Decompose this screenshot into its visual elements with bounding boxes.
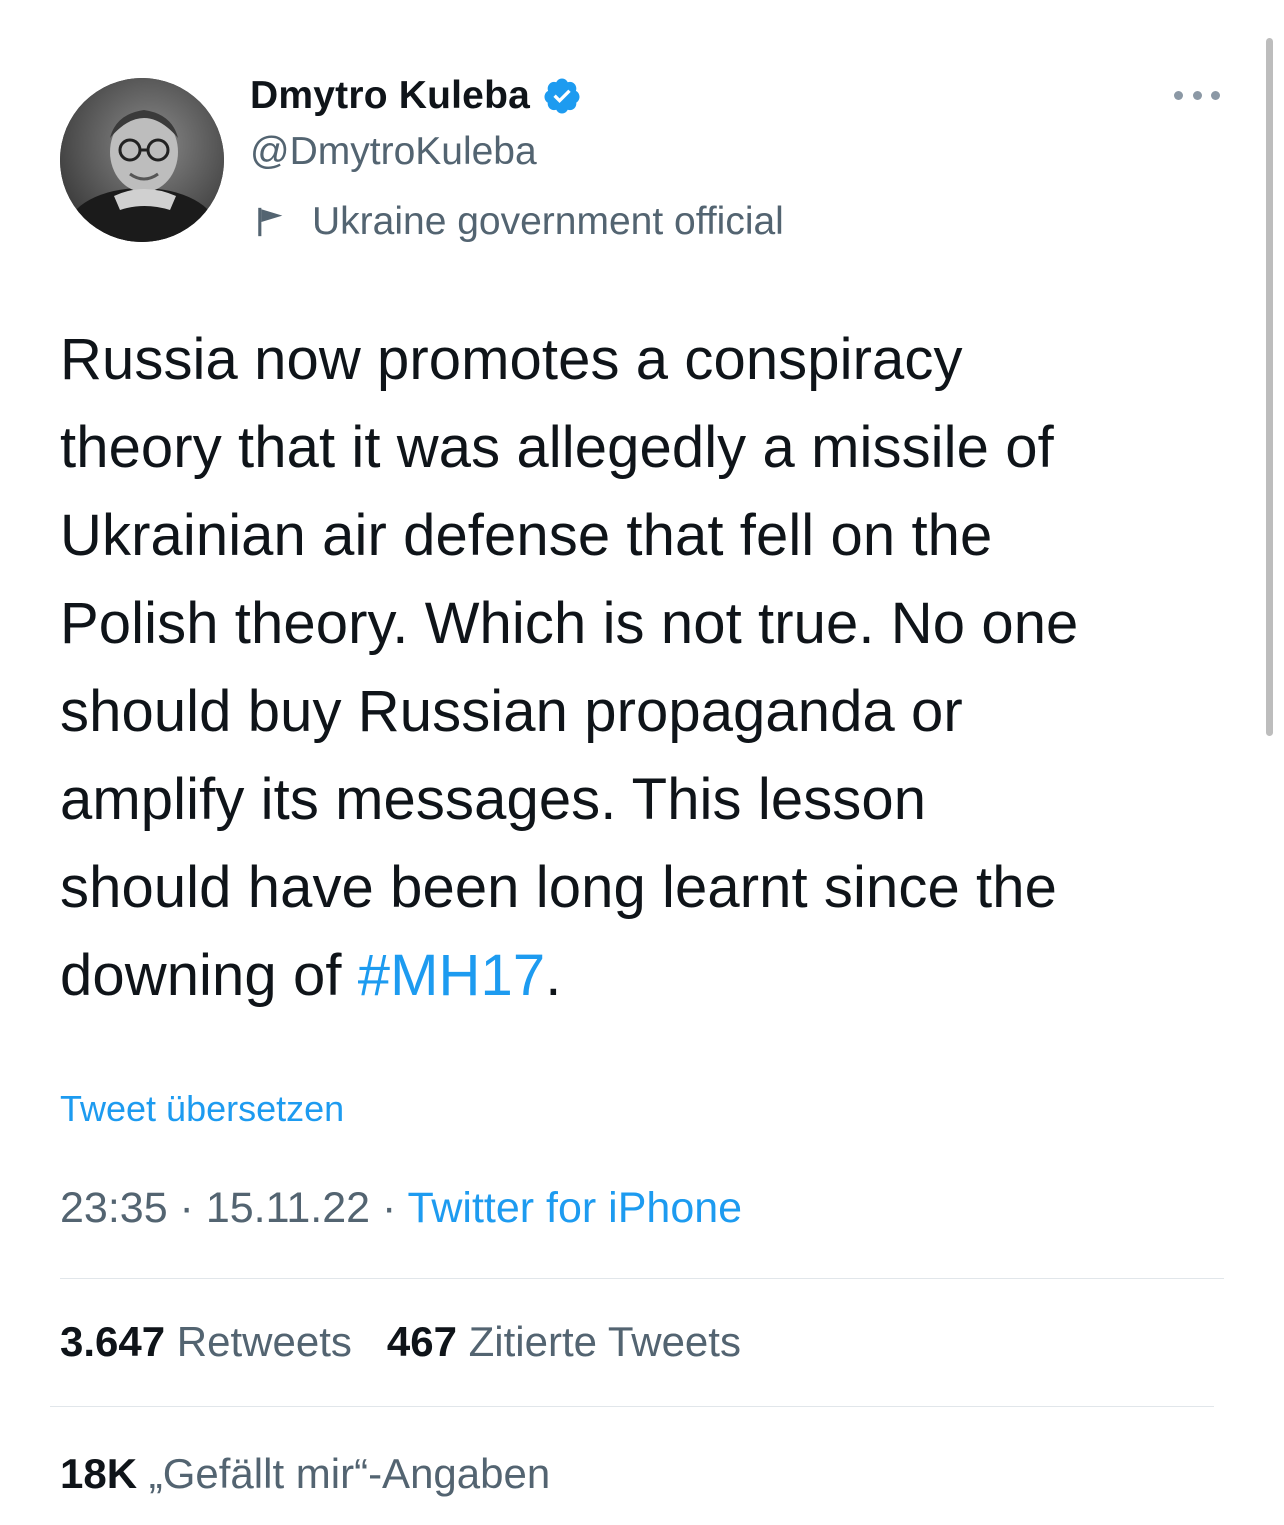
- tweet-time[interactable]: 23:35: [60, 1184, 168, 1232]
- tweet-text-line: theory that it was allegedly a missile o…: [60, 415, 1054, 480]
- divider: [50, 1406, 1214, 1407]
- tweet-text-line: amplify its messages. This lesson: [60, 767, 927, 832]
- retweets-link[interactable]: 3.647 Retweets: [60, 1318, 352, 1365]
- tweet-text-fragment: .: [545, 943, 562, 1008]
- government-label-text: Ukraine government official: [312, 200, 784, 243]
- scrollbar[interactable]: [1266, 38, 1273, 736]
- likes-stats: 18K „Gefällt mir“-Angaben: [60, 1450, 550, 1498]
- avatar[interactable]: [60, 78, 224, 242]
- author-handle[interactable]: @DmytroKuleba: [250, 130, 537, 174]
- avatar-photo: [60, 78, 224, 242]
- translate-tweet-link[interactable]: Tweet übersetzen: [60, 1088, 344, 1130]
- likes-link[interactable]: 18K „Gefällt mir“-Angaben: [60, 1450, 550, 1497]
- likes-label: „Gefällt mir“-Angaben: [148, 1450, 551, 1497]
- flag-icon: [254, 205, 288, 239]
- tweet-text-last-line: downing of #MH17.: [60, 932, 1240, 1020]
- tweet-source-link[interactable]: Twitter for iPhone: [407, 1184, 742, 1232]
- divider: [60, 1278, 1224, 1279]
- meta-separator: ·: [370, 1184, 408, 1232]
- meta-separator: ·: [167, 1184, 206, 1232]
- hashtag-link[interactable]: #MH17: [358, 943, 545, 1008]
- tweet-text-fragment: downing of: [60, 943, 358, 1008]
- quotes-count: 467: [386, 1318, 457, 1365]
- quote-tweets-link[interactable]: 467 Zitierte Tweets: [387, 1318, 741, 1365]
- tweet-text-line: Russia now promotes a conspiracy: [60, 327, 963, 392]
- tweet-text-line: Ukrainian air defense that fell on the: [60, 503, 993, 568]
- more-options-icon[interactable]: [1174, 80, 1220, 110]
- tweet-text: Russia now promotes a conspiracy theory …: [60, 316, 1240, 1020]
- tweet-text-line: Polish theory. Which is not true. No one: [60, 591, 1079, 656]
- verified-badge-icon: [542, 76, 582, 116]
- tweet-meta: 23:35 · 15.11.22 · Twitter for iPhone: [60, 1184, 742, 1233]
- retweets-count: 3.647: [60, 1318, 166, 1365]
- retweets-label: Retweets: [176, 1318, 352, 1365]
- quotes-label: Zitierte Tweets: [468, 1318, 741, 1365]
- likes-count: 18K: [60, 1450, 138, 1497]
- government-label[interactable]: Ukraine government official: [250, 196, 784, 248]
- tweet-text-line: should buy Russian propaganda or: [60, 679, 963, 744]
- author-name[interactable]: Dmytro Kuleba: [250, 74, 530, 118]
- tweet-date[interactable]: 15.11.22: [206, 1184, 370, 1232]
- retweet-stats: 3.647 Retweets 467 Zitierte Tweets: [60, 1318, 741, 1366]
- tweet-text-line: should have been long learnt since the: [60, 855, 1057, 920]
- author-name-row[interactable]: Dmytro Kuleba: [250, 68, 582, 124]
